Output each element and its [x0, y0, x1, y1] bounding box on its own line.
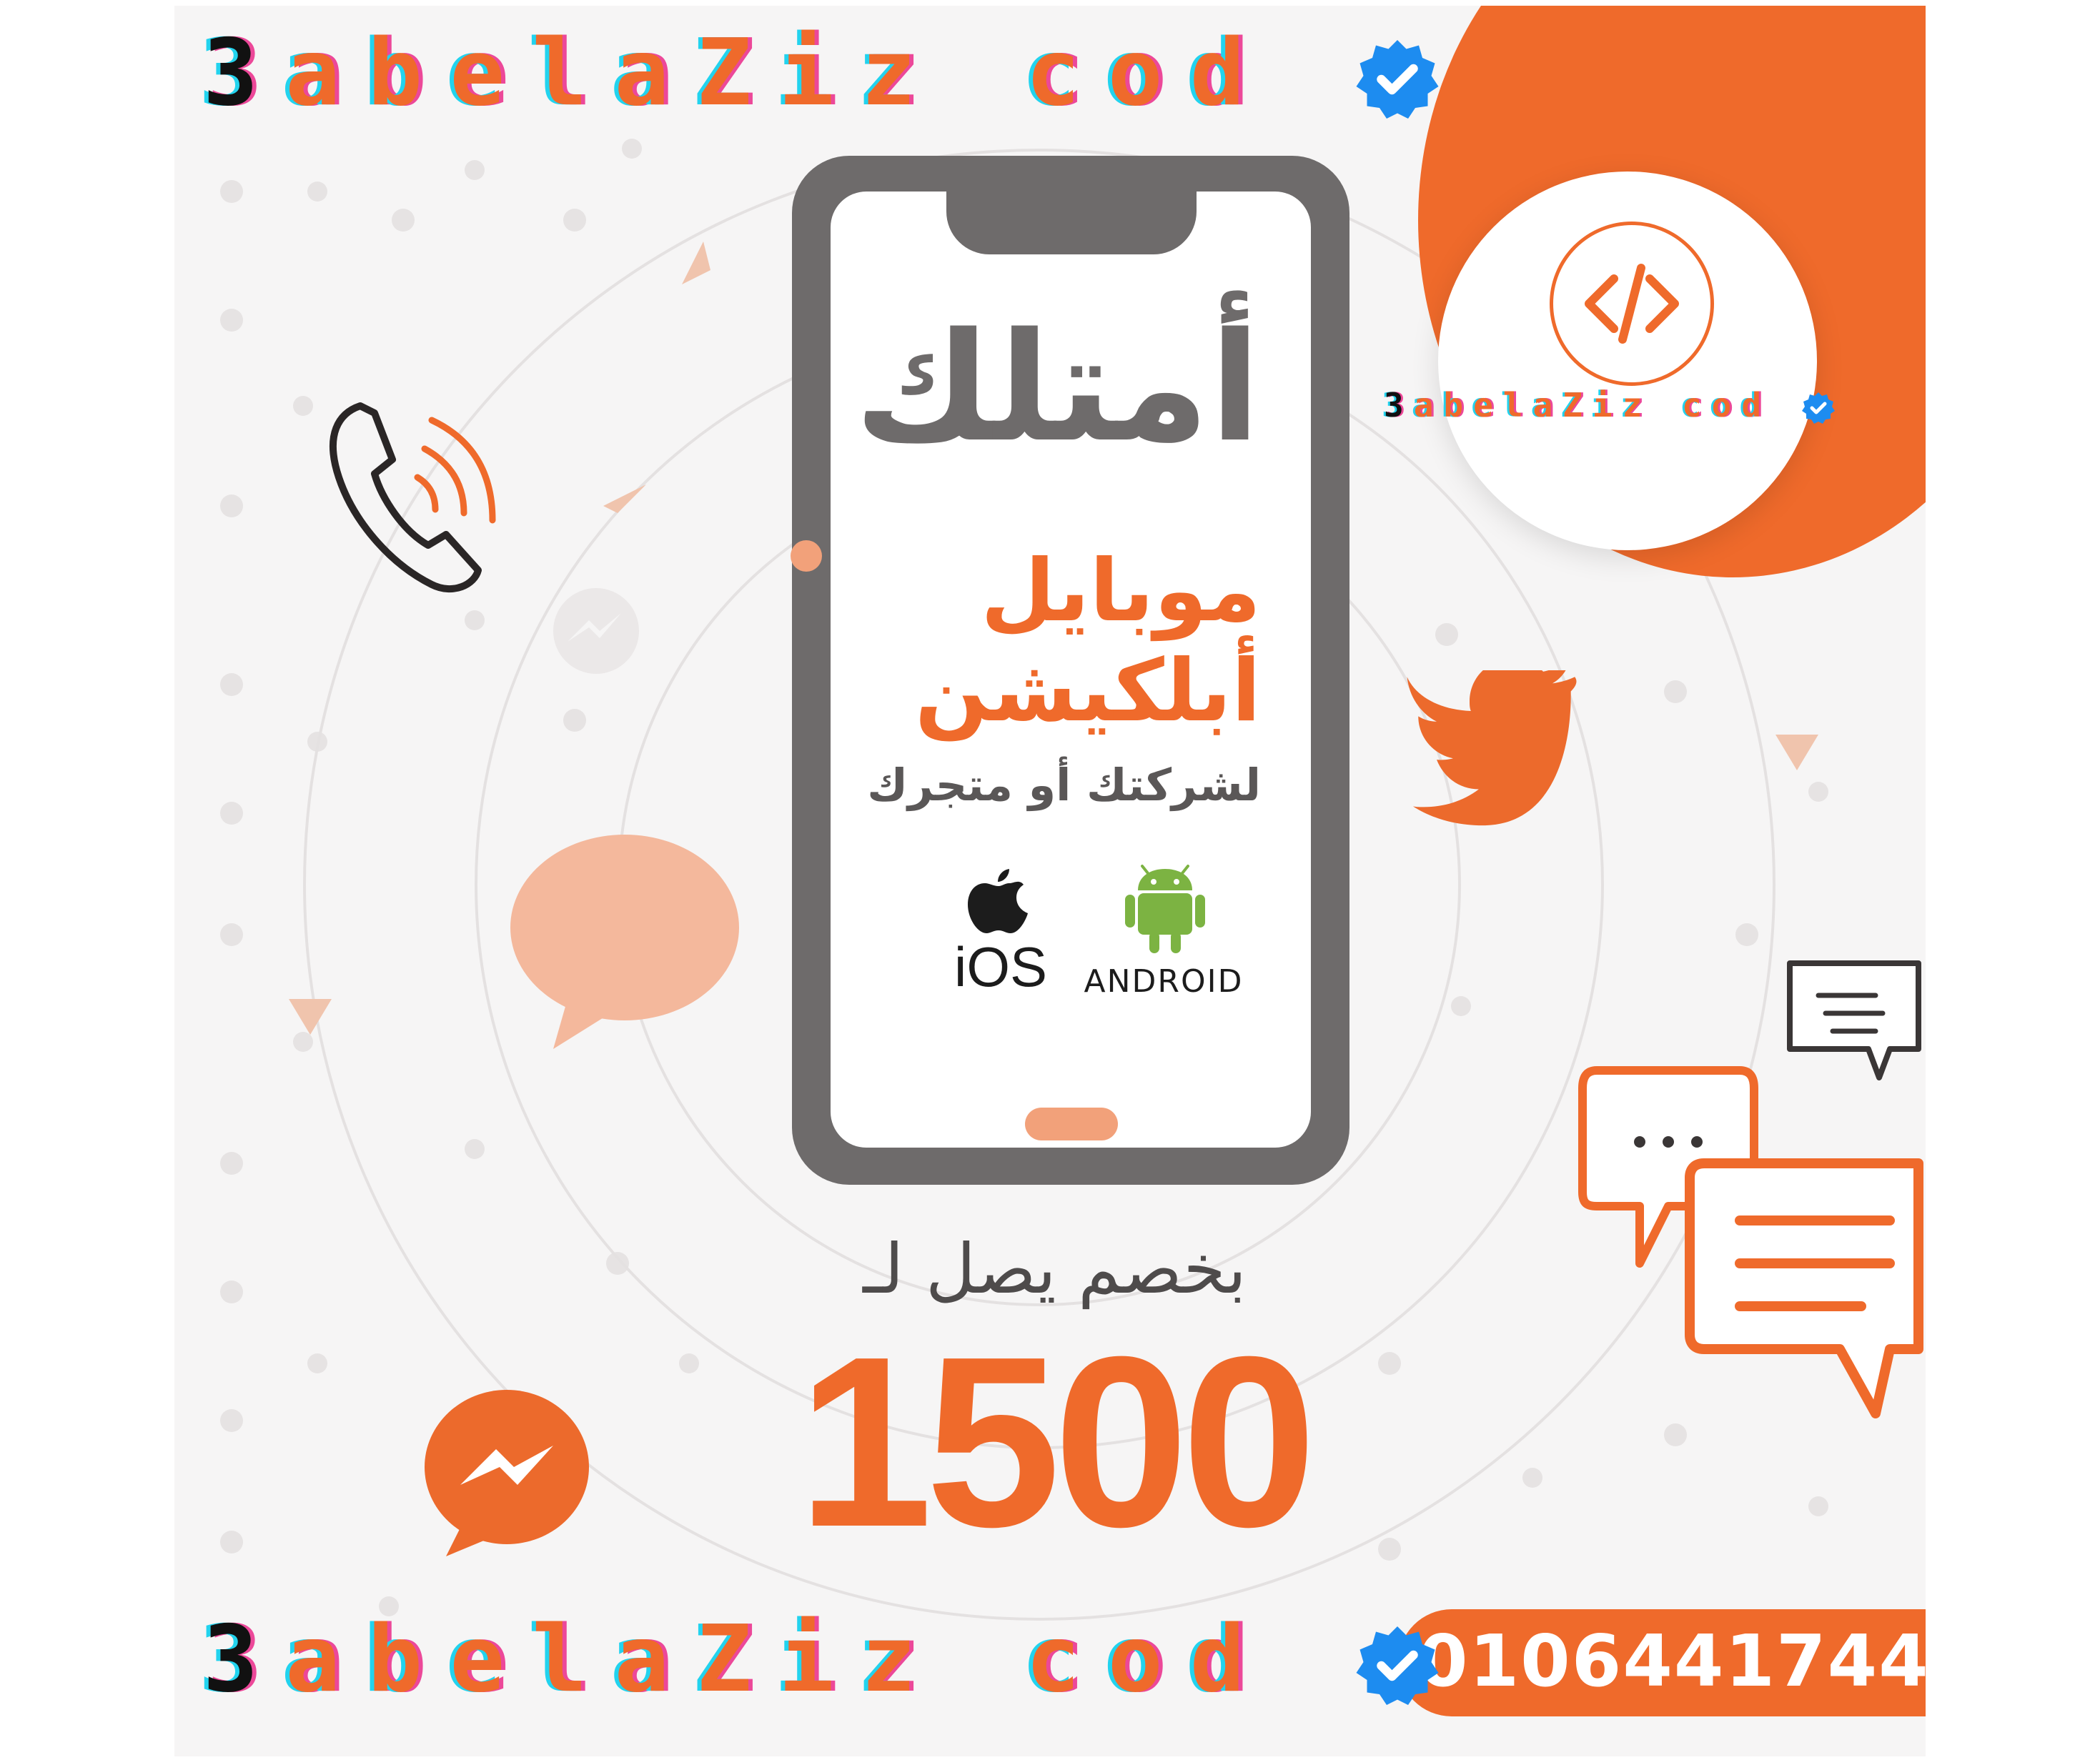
code-brackets-icon	[1585, 264, 1679, 344]
ios-label: iOS	[954, 935, 1048, 998]
watermark-small-text: abelaZiz cod	[1413, 386, 1772, 424]
verified-badge-icon	[1801, 392, 1835, 424]
watermark-top-text: abelaZiz cod	[285, 20, 1272, 126]
messenger-faint-icon	[553, 588, 639, 674]
phone-call-icon	[330, 402, 496, 593]
headline-mobile: موبايل	[981, 542, 1261, 641]
phone-side-dot	[791, 540, 822, 572]
verified-badge-icon	[1356, 39, 1439, 119]
price-value: 1500	[797, 1306, 1317, 1578]
phone-home-button	[1025, 1108, 1118, 1140]
arrow-mark-icon	[1775, 735, 1818, 770]
arrow-mark-icon	[289, 999, 332, 1035]
apple-logo-icon	[968, 869, 1028, 933]
headline-subline: لشركتك أو متجرك	[867, 759, 1261, 811]
ad-poster: 3abelaZiz cod أمتلك موبايل أبلكيشن لشركت…	[174, 6, 1926, 1756]
phone-notch	[946, 186, 1197, 254]
twitter-bird-icon	[1407, 670, 1577, 826]
watermark-top: 3abelaZiz cod	[203, 20, 1440, 126]
arrow-mark-icon	[682, 242, 710, 284]
verified-badge-icon	[1356, 1626, 1439, 1705]
android-robot-icon	[1125, 865, 1205, 953]
messenger-icon	[425, 1390, 589, 1556]
headline-application: أبلكيشن	[914, 642, 1261, 741]
watermark-bottom: 3abelaZiz cod	[203, 1606, 1440, 1713]
phone-number[interactable]: 01064417444	[1418, 1619, 1926, 1703]
discount-label: بخصم يصل لـ	[863, 1229, 1247, 1309]
chat-bubble-icon	[510, 835, 739, 1049]
android-label: ANDROID	[1084, 963, 1244, 1000]
watermark-bottom-text: abelaZiz cod	[285, 1606, 1272, 1713]
chat-bubbles-icon	[1578, 960, 1923, 1418]
watermark-small: 3abelaZiz cod	[1384, 386, 1836, 425]
arrow-mark-icon	[603, 484, 646, 513]
headline-amtalek: أمتلك	[854, 300, 1261, 475]
